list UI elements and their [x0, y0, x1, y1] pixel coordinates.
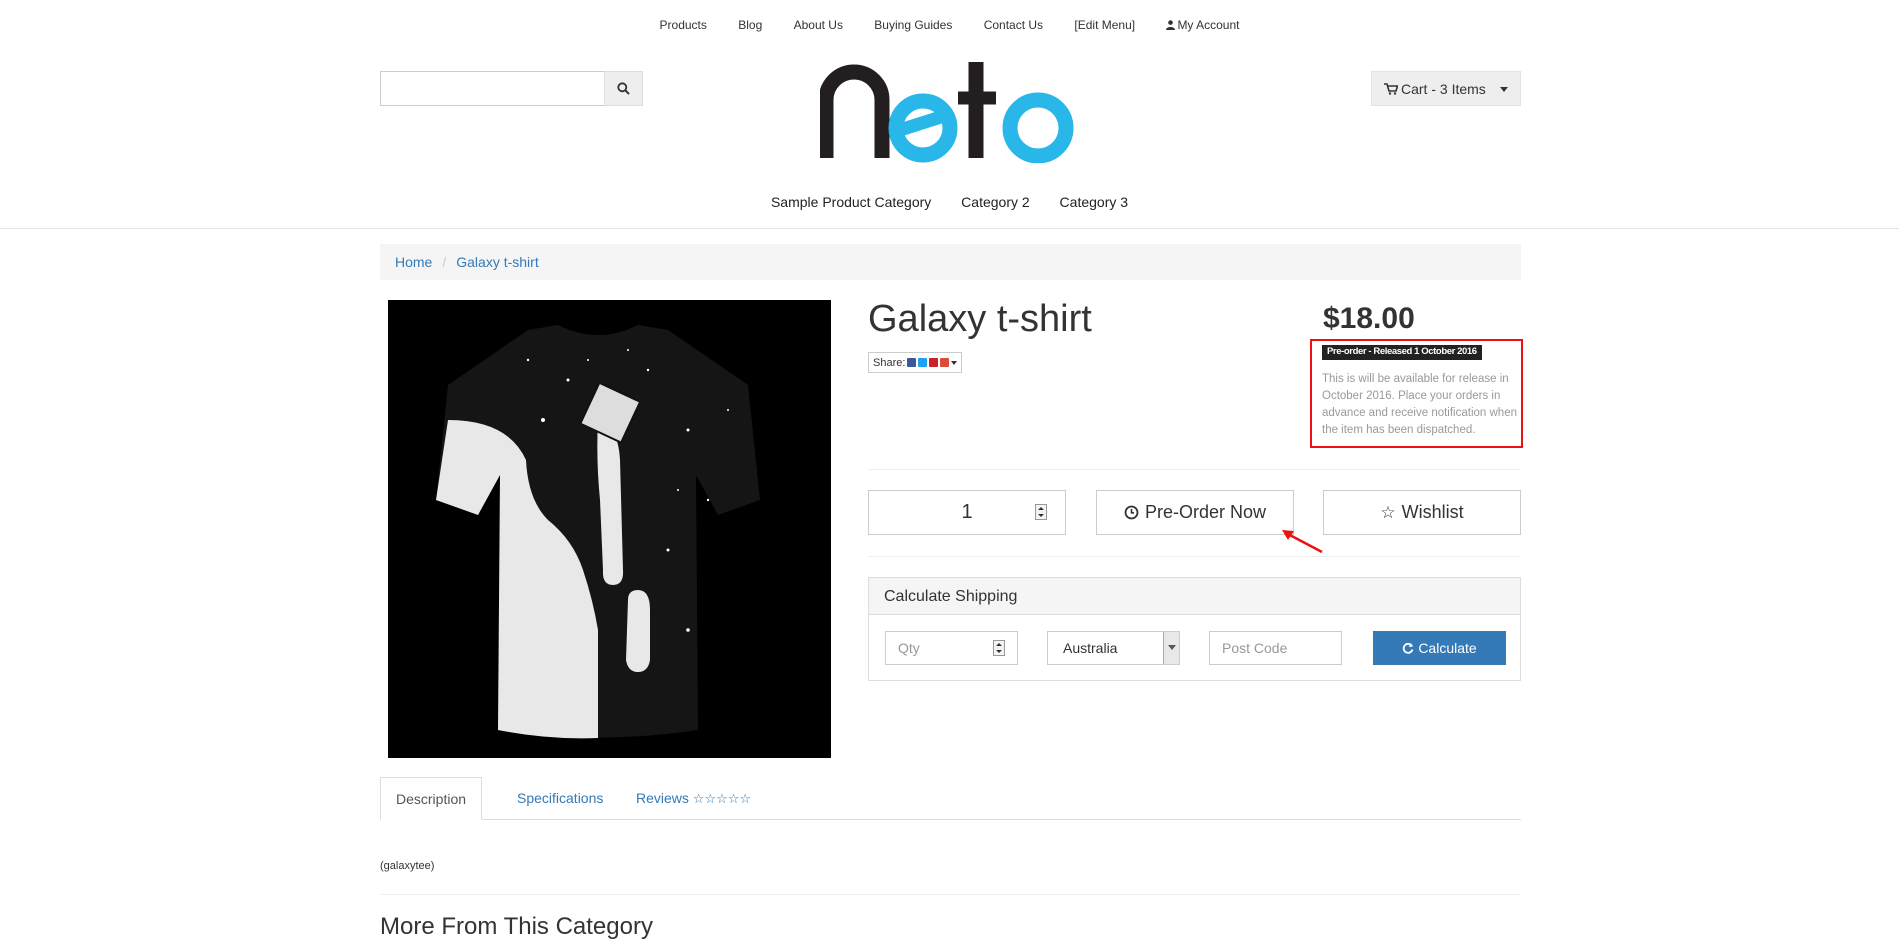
spinner-icon[interactable] — [1035, 504, 1047, 520]
tab-reviews-label: Reviews — [636, 790, 689, 806]
neto-logo[interactable] — [820, 58, 1080, 163]
quantity-value: 1 — [961, 501, 973, 523]
shipping-postcode-input[interactable]: Post Code — [1209, 631, 1342, 665]
shipping-calculator: Calculate Shipping Qty Australia Post Co… — [868, 577, 1521, 681]
preorder-button-label: Pre-Order Now — [1144, 502, 1267, 522]
breadcrumb-home[interactable]: Home — [395, 254, 432, 270]
preorder-badge: Pre-order - Released 1 October 2016 — [1322, 345, 1482, 360]
clock-icon — [1124, 505, 1139, 520]
quantity-stepper[interactable]: 1 — [868, 490, 1066, 535]
breadcrumb: Home / Galaxy t-shirt — [380, 244, 1521, 280]
chevron-down-icon — [951, 360, 958, 365]
tab-specifications[interactable]: Specifications — [502, 777, 618, 820]
calculate-button-label: Calculate — [1418, 640, 1477, 656]
calculate-button[interactable]: Calculate — [1373, 631, 1506, 665]
tab-reviews[interactable]: Reviews ☆☆☆☆☆ — [621, 777, 766, 820]
product-sku: (galaxytee) — [380, 860, 435, 872]
breadcrumb-current[interactable]: Galaxy t-shirt — [456, 254, 538, 270]
tshirt-image — [388, 300, 831, 758]
cart-icon — [1384, 82, 1398, 95]
chevron-down-icon[interactable] — [1500, 87, 1508, 92]
cart-button[interactable]: Cart - 3 Items — [1371, 71, 1521, 106]
product-tabs: Description Specifications Reviews ☆☆☆☆☆ — [380, 777, 1521, 820]
share-dropdown[interactable]: Share: — [868, 352, 963, 373]
category-2[interactable]: Category 2 — [961, 194, 1029, 210]
breadcrumb-separator: / — [442, 254, 447, 270]
nav-about-us[interactable]: About Us — [794, 18, 843, 32]
shipping-title: Calculate Shipping — [869, 578, 1520, 615]
twitter-icon[interactable] — [918, 358, 928, 367]
nav-buying-guides[interactable]: Buying Guides — [874, 18, 952, 32]
user-icon — [1166, 20, 1176, 30]
cart-label: Cart - 3 Items — [1401, 80, 1486, 97]
rating-stars-icon: ☆☆☆☆☆ — [692, 792, 752, 807]
spinner-icon[interactable] — [993, 640, 1005, 656]
preorder-button[interactable]: Pre-Order Now — [1096, 490, 1294, 535]
divider — [868, 556, 1521, 557]
shipping-qty-input[interactable]: Qty — [885, 631, 1018, 665]
star-icon: ☆ — [1380, 502, 1396, 523]
wishlist-button[interactable]: ☆ Wishlist — [1323, 490, 1521, 535]
facebook-icon[interactable] — [907, 358, 917, 367]
category-sample-product[interactable]: Sample Product Category — [771, 194, 931, 210]
wishlist-button-label: Wishlist — [1401, 502, 1464, 522]
shipping-country-value: Australia — [1063, 640, 1118, 656]
product-title: Galaxy t-shirt — [868, 298, 1092, 340]
share-label: Share: — [873, 356, 906, 369]
top-navigation: Products Blog About Us Buying Guides Con… — [0, 18, 1899, 32]
chevron-down-icon[interactable] — [1163, 632, 1179, 664]
nav-my-account[interactable]: My Account — [1166, 18, 1239, 32]
refresh-icon — [1403, 642, 1414, 654]
category-3[interactable]: Category 3 — [1060, 194, 1128, 210]
product-price: $18.00 — [1323, 302, 1415, 335]
nav-edit-menu[interactable]: [Edit Menu] — [1074, 18, 1135, 32]
tab-description[interactable]: Description — [380, 777, 483, 820]
search-button[interactable] — [604, 71, 643, 106]
divider — [380, 894, 1521, 895]
category-navigation: Sample Product Category Category 2 Categ… — [0, 194, 1899, 210]
more-from-category-heading: More From This Category — [380, 913, 653, 940]
nav-products[interactable]: Products — [660, 18, 707, 32]
shipping-qty-placeholder: Qty — [898, 640, 920, 656]
pinterest-icon[interactable] — [929, 358, 939, 367]
annotation-arrow-icon — [1282, 530, 1323, 554]
header-divider — [0, 228, 1899, 229]
product-image[interactable] — [388, 300, 831, 758]
nav-blog[interactable]: Blog — [738, 18, 762, 32]
nav-contact-us[interactable]: Contact Us — [984, 18, 1043, 32]
shipping-country-select[interactable]: Australia — [1047, 631, 1180, 665]
googleplus-icon[interactable] — [940, 358, 950, 367]
search-icon — [617, 82, 630, 95]
divider — [868, 469, 1521, 470]
shipping-postcode-placeholder: Post Code — [1222, 640, 1288, 656]
preorder-description: This is will be available for release in… — [1322, 373, 1517, 436]
search-input[interactable] — [380, 71, 605, 106]
